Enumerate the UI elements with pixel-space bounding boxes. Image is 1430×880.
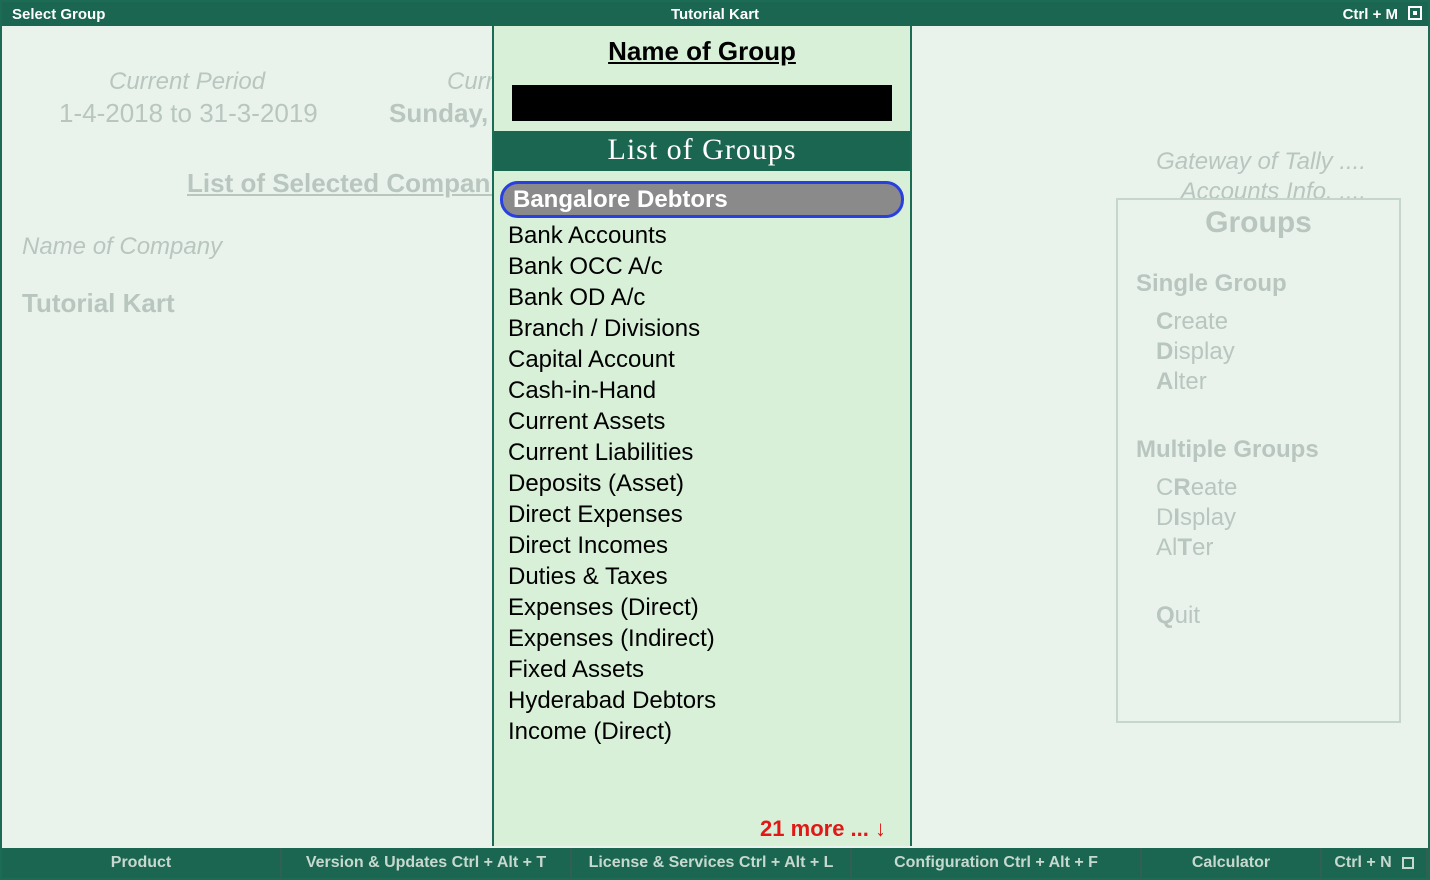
- more-items-indicator[interactable]: 21 more ... ↓: [760, 816, 886, 842]
- title-bar: Select Group Tutorial Kart Ctrl + M: [2, 2, 1428, 26]
- select-group-popup: Name of Group List of Groups Bangalore D…: [492, 26, 912, 846]
- current-period-label: Current Period: [109, 68, 265, 96]
- menu-item[interactable]: AlTer: [1156, 534, 1399, 562]
- menu-item[interactable]: Create: [1156, 308, 1399, 336]
- group-list-item[interactable]: Bangalore Debtors: [500, 181, 904, 218]
- group-list-item[interactable]: Hyderabad Debtors: [494, 685, 910, 716]
- hotkey-letter: A: [1156, 368, 1173, 395]
- hotkey-letter: C: [1156, 308, 1173, 335]
- single-group-heading: Single Group: [1136, 270, 1399, 298]
- group-list-item[interactable]: Expenses (Indirect): [494, 623, 910, 654]
- menu-item-pre: Al: [1156, 534, 1177, 561]
- shortcut-ctrl-n: Ctrl + N: [1334, 854, 1391, 872]
- group-list-item[interactable]: Capital Account: [494, 344, 910, 375]
- group-list-item[interactable]: Fixed Assets: [494, 654, 910, 685]
- menu-item-quit[interactable]: Quit: [1156, 602, 1399, 630]
- menu-item-rest: reate: [1173, 308, 1228, 335]
- hotkey-letter: D: [1156, 338, 1173, 365]
- group-list-item[interactable]: Deposits (Asset): [494, 468, 910, 499]
- bottom-product[interactable]: Product: [2, 848, 282, 878]
- group-list-item[interactable]: Duties & Taxes: [494, 561, 910, 592]
- list-of-groups-header: List of Groups: [494, 131, 910, 171]
- maximize-icon[interactable]: [1408, 6, 1422, 20]
- group-list-item[interactable]: Bank OD A/c: [494, 282, 910, 313]
- square-icon: [1402, 857, 1414, 869]
- group-list-item[interactable]: Income (Direct): [494, 716, 910, 747]
- group-list: Bangalore DebtorsBank AccountsBank OCC A…: [494, 171, 910, 747]
- bottom-toolbar: Product Version & Updates Ctrl + Alt + T…: [2, 848, 1428, 878]
- menu-item-rest: lter: [1173, 368, 1206, 395]
- menu-item-rest: splay: [1180, 504, 1236, 531]
- group-list-item[interactable]: Current Assets: [494, 406, 910, 437]
- bottom-configuration[interactable]: Configuration Ctrl + Alt + F: [852, 848, 1142, 878]
- company-title: Tutorial Kart: [2, 6, 1428, 23]
- bottom-version[interactable]: Version & Updates Ctrl + Alt + T: [282, 848, 572, 878]
- menu-item-rest: er: [1192, 534, 1213, 561]
- group-list-item[interactable]: Branch / Divisions: [494, 313, 910, 344]
- current-date-label: Curr: [447, 68, 494, 96]
- current-date-value: Sunday,: [389, 98, 488, 129]
- menu-item[interactable]: Alter: [1156, 368, 1399, 396]
- menu-item-pre: D: [1156, 504, 1173, 531]
- popup-title: Name of Group: [494, 36, 910, 67]
- current-period-value: 1-4-2018 to 31-3-2019: [59, 98, 318, 129]
- bottom-license[interactable]: License & Services Ctrl + Alt + L: [572, 848, 852, 878]
- list-of-selected-companies-heading: List of Selected Compani: [187, 168, 498, 199]
- hotkey-letter: R: [1173, 474, 1190, 501]
- bottom-calculator[interactable]: Calculator: [1142, 848, 1322, 878]
- groups-menu-title: Groups: [1118, 206, 1399, 240]
- menu-item[interactable]: CReate: [1156, 474, 1399, 502]
- bottom-ctrl-n[interactable]: Ctrl + N: [1322, 848, 1428, 878]
- group-search-input[interactable]: [512, 85, 892, 121]
- multiple-groups-heading: Multiple Groups: [1136, 436, 1399, 464]
- menu-item[interactable]: Display: [1156, 338, 1399, 366]
- group-list-item[interactable]: Cash-in-Hand: [494, 375, 910, 406]
- shortcut-ctrl-m[interactable]: Ctrl + M: [1343, 6, 1398, 23]
- group-list-item[interactable]: Direct Incomes: [494, 530, 910, 561]
- group-list-item[interactable]: Current Liabilities: [494, 437, 910, 468]
- menu-item-rest: isplay: [1173, 338, 1234, 365]
- menu-item[interactable]: DIsplay: [1156, 504, 1399, 532]
- hotkey-letter: Q: [1156, 602, 1175, 629]
- group-list-item[interactable]: Bank Accounts: [494, 220, 910, 251]
- group-list-item[interactable]: Expenses (Direct): [494, 592, 910, 623]
- groups-menu-panel: Groups Single Group CreateDisplayAlter M…: [1116, 198, 1401, 723]
- menu-item-rest: uit: [1175, 602, 1200, 629]
- hotkey-letter: I: [1173, 504, 1180, 531]
- menu-item-rest: eate: [1191, 474, 1238, 501]
- group-list-item[interactable]: Bank OCC A/c: [494, 251, 910, 282]
- hotkey-letter: T: [1177, 534, 1192, 561]
- menu-item-pre: C: [1156, 474, 1173, 501]
- group-list-item[interactable]: Direct Expenses: [494, 499, 910, 530]
- name-of-company-value: Tutorial Kart: [22, 288, 175, 319]
- application-root: Select Group Tutorial Kart Ctrl + M Curr…: [0, 0, 1430, 880]
- name-of-company-label: Name of Company: [22, 233, 222, 261]
- breadcrumb-gateway: Gateway of Tally ....: [1156, 148, 1366, 176]
